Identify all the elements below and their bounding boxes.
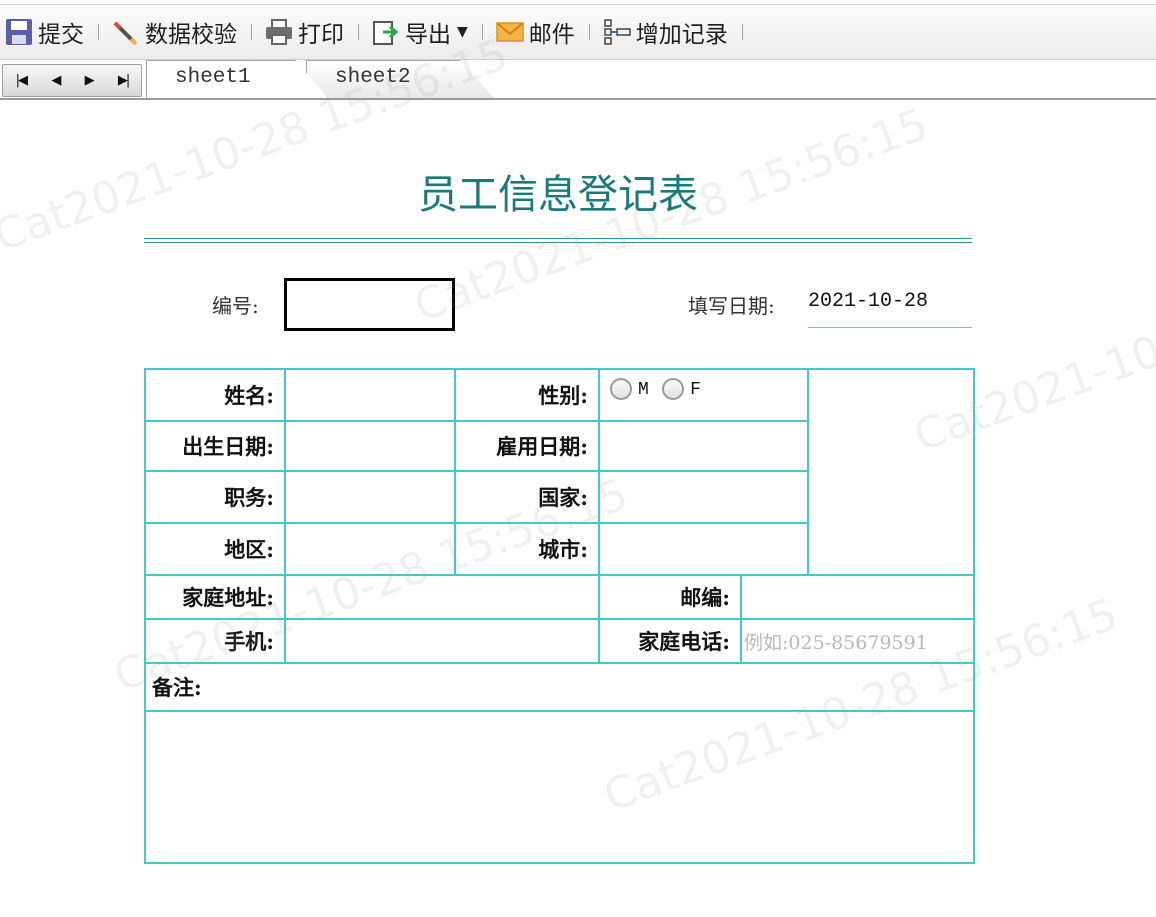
- mail-button[interactable]: 邮件: [493, 12, 579, 52]
- home-phone-input[interactable]: 例如:025-85679591: [740, 618, 975, 664]
- fill-date-field[interactable]: 2021-10-28: [808, 290, 972, 328]
- form-title: 员工信息登记表: [418, 172, 698, 218]
- mobile-label: 手机:: [144, 618, 286, 664]
- tab-sheet2[interactable]: sheet2: [306, 60, 494, 98]
- print-button[interactable]: 打印: [262, 12, 348, 52]
- toolbar-separator: [358, 24, 359, 40]
- address-label: 家庭地址:: [144, 574, 286, 620]
- region-input[interactable]: [284, 522, 456, 576]
- name-input[interactable]: [284, 368, 456, 422]
- gender-radio-f[interactable]: [662, 377, 685, 400]
- next-sheet-icon[interactable]: ▶: [85, 73, 95, 88]
- add-record-icon: [602, 17, 632, 47]
- validate-label: 数据校验: [145, 22, 237, 48]
- toolbar-separator: [588, 24, 590, 40]
- serial-input[interactable]: [284, 278, 455, 331]
- birth-date-label: 出生日期:: [144, 420, 286, 472]
- prev-sheet-icon[interactable]: ◀: [51, 73, 61, 88]
- submit-button[interactable]: 提交: [2, 12, 88, 52]
- submit-label: 提交: [38, 22, 84, 48]
- gender-radio-group: M F: [598, 368, 809, 422]
- print-label: 打印: [298, 22, 344, 48]
- hire-date-input[interactable]: [598, 420, 809, 472]
- gender-radio-m[interactable]: [610, 377, 632, 400]
- gender-label: 性别:: [454, 368, 600, 422]
- validate-button[interactable]: 数据校验: [109, 12, 241, 52]
- remark-input[interactable]: [144, 710, 975, 864]
- toolbar-separator: [98, 24, 99, 40]
- employee-info-table: 姓名: 性别: M F 出生日期: 雇用日期: 职务: 国家: 地区: 城市: …: [144, 368, 975, 864]
- country-input[interactable]: [598, 470, 809, 524]
- toolbar-separator: [481, 24, 483, 40]
- printer-icon: [264, 17, 294, 47]
- zip-label: 邮编:: [598, 574, 742, 620]
- sheet-tab-bar: |◀ ◀ ▶ ▶| sheet2 sheet1: [0, 60, 1156, 100]
- sheet-nav: |◀ ◀ ▶ ▶|: [2, 64, 142, 97]
- birth-date-input[interactable]: [284, 420, 456, 472]
- remark-label: 备注:: [144, 662, 975, 712]
- fill-date-label: 填写日期:: [688, 294, 775, 318]
- toolbar-separator: [251, 24, 252, 40]
- export-label: 导出: [405, 22, 451, 48]
- gender-option-f: F: [690, 380, 701, 400]
- envelope-icon: [495, 17, 525, 47]
- city-label: 城市:: [454, 522, 600, 576]
- chevron-down-icon: ▼: [457, 24, 468, 40]
- title-divider: [144, 242, 972, 243]
- export-icon: [371, 17, 401, 47]
- region-label: 地区:: [144, 522, 286, 576]
- add-record-label: 增加记录: [635, 22, 728, 48]
- city-input[interactable]: [598, 522, 809, 576]
- address-input[interactable]: [284, 574, 600, 620]
- mail-label: 邮件: [528, 22, 575, 48]
- name-label: 姓名:: [144, 368, 286, 422]
- gender-option-m: M: [638, 380, 649, 400]
- mobile-input[interactable]: [284, 618, 600, 664]
- first-sheet-icon[interactable]: |◀: [16, 73, 28, 88]
- last-sheet-icon[interactable]: ▶|: [118, 73, 130, 88]
- toolbar: 提交 数据校验 打印 导出 ▼ 邮件 增加记录: [0, 4, 1156, 60]
- export-button[interactable]: 导出 ▼: [369, 12, 472, 52]
- save-icon: [4, 17, 34, 47]
- country-label: 国家:: [454, 470, 600, 524]
- toolbar-separator: [741, 24, 743, 40]
- home-phone-label: 家庭电话:: [598, 618, 742, 664]
- photo-cell[interactable]: [807, 368, 975, 576]
- hire-date-label: 雇用日期:: [454, 420, 600, 472]
- zip-input[interactable]: [740, 574, 975, 620]
- position-label: 职务:: [144, 470, 286, 524]
- serial-label: 编号:: [212, 294, 259, 318]
- position-input[interactable]: [284, 470, 456, 524]
- title-divider: [144, 238, 972, 239]
- add-record-button[interactable]: 增加记录: [600, 12, 732, 52]
- pencil-icon: [111, 17, 141, 47]
- home-phone-placeholder: 例如:025-85679591: [744, 631, 928, 654]
- tab-sheet1[interactable]: sheet1: [146, 60, 328, 98]
